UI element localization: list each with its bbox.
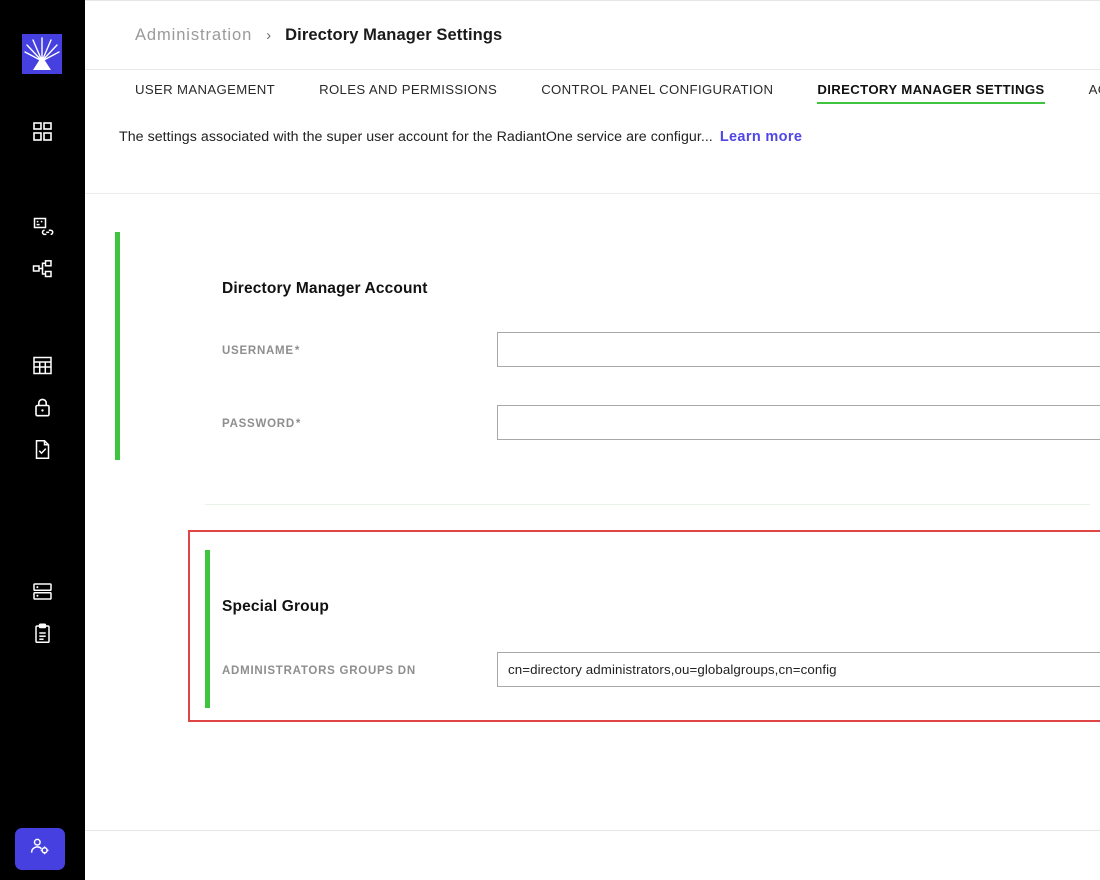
data-source-link-icon — [32, 216, 54, 238]
description-row: The settings associated with the super u… — [119, 129, 802, 145]
clipboard-icon — [32, 622, 53, 644]
table-grid-icon — [32, 355, 53, 376]
lock-icon — [32, 397, 53, 418]
sidebar-nav — [0, 110, 85, 654]
learn-more-link[interactable]: Learn more — [720, 129, 802, 145]
dashboard-grid-icon — [32, 121, 53, 142]
tab-bar: USER MANAGEMENT ROLES AND PERMISSIONS CO… — [135, 82, 1100, 116]
special-group-accent-bar — [205, 550, 210, 708]
username-required-marker: * — [294, 345, 301, 357]
tab-roles-and-permissions[interactable]: ROLES AND PERMISSIONS — [319, 82, 497, 104]
tab-control-panel-configuration[interactable]: CONTROL PANEL CONFIGURATION — [541, 82, 773, 104]
administrators-groups-dn-label: ADMINISTRATORS GROUPS DN — [222, 665, 416, 677]
sidebar-item-schema[interactable] — [0, 344, 85, 386]
administrators-groups-dn-value: cn=directory administrators,ou=globalgro… — [508, 662, 837, 677]
header-divider — [85, 69, 1100, 70]
chevron-right-icon: › — [266, 26, 272, 44]
sidebar-item-dashboard[interactable] — [0, 110, 85, 152]
tab-user-management[interactable]: USER MANAGEMENT — [135, 82, 275, 104]
special-group-title: Special Group — [222, 598, 330, 615]
description-divider — [85, 193, 1100, 194]
sidebar-item-data-sources[interactable] — [0, 206, 85, 248]
sidebar — [0, 0, 85, 880]
sidebar-item-logs[interactable] — [0, 612, 85, 654]
app-root: Administration › Directory Manager Setti… — [0, 0, 1100, 880]
tab-access[interactable]: ACCESS — [1089, 82, 1100, 104]
password-input[interactable] — [497, 405, 1100, 440]
description-text: The settings associated with the super u… — [119, 129, 713, 145]
username-label: USERNAME* — [222, 345, 300, 357]
page-title: Directory Manager Settings — [285, 25, 503, 44]
tab-directory-manager-settings[interactable]: DIRECTORY MANAGER SETTINGS — [817, 82, 1045, 104]
sidebar-item-directory-tree[interactable] — [0, 248, 85, 290]
password-required-marker: * — [295, 418, 302, 430]
username-input[interactable] — [497, 332, 1100, 367]
user-settings-button[interactable] — [15, 828, 65, 870]
password-label: PASSWORD* — [222, 418, 301, 430]
sidebar-item-policies[interactable] — [0, 428, 85, 470]
sidebar-item-servers[interactable] — [0, 570, 85, 612]
radiantone-logo[interactable] — [22, 34, 62, 74]
server-stack-icon — [32, 581, 53, 602]
top-hairline — [85, 0, 1100, 1]
directory-manager-account-title: Directory Manager Account — [222, 280, 428, 297]
username-label-text: USERNAME — [222, 345, 294, 357]
user-settings-icon — [29, 836, 51, 863]
special-group-highlight-box — [188, 530, 1100, 722]
main-content: Administration › Directory Manager Setti… — [85, 0, 1100, 880]
breadcrumb: Administration › Directory Manager Setti… — [135, 22, 502, 48]
directory-manager-accent-bar — [115, 232, 120, 460]
footer-divider — [85, 830, 1100, 831]
administrators-groups-dn-input[interactable]: cn=directory administrators,ou=globalgro… — [497, 652, 1100, 687]
password-label-text: PASSWORD — [222, 418, 295, 430]
section-divider — [205, 504, 1090, 505]
sidebar-item-security[interactable] — [0, 386, 85, 428]
hierarchy-tree-icon — [32, 259, 53, 280]
document-check-icon — [32, 439, 53, 460]
breadcrumb-root[interactable]: Administration — [135, 26, 252, 45]
